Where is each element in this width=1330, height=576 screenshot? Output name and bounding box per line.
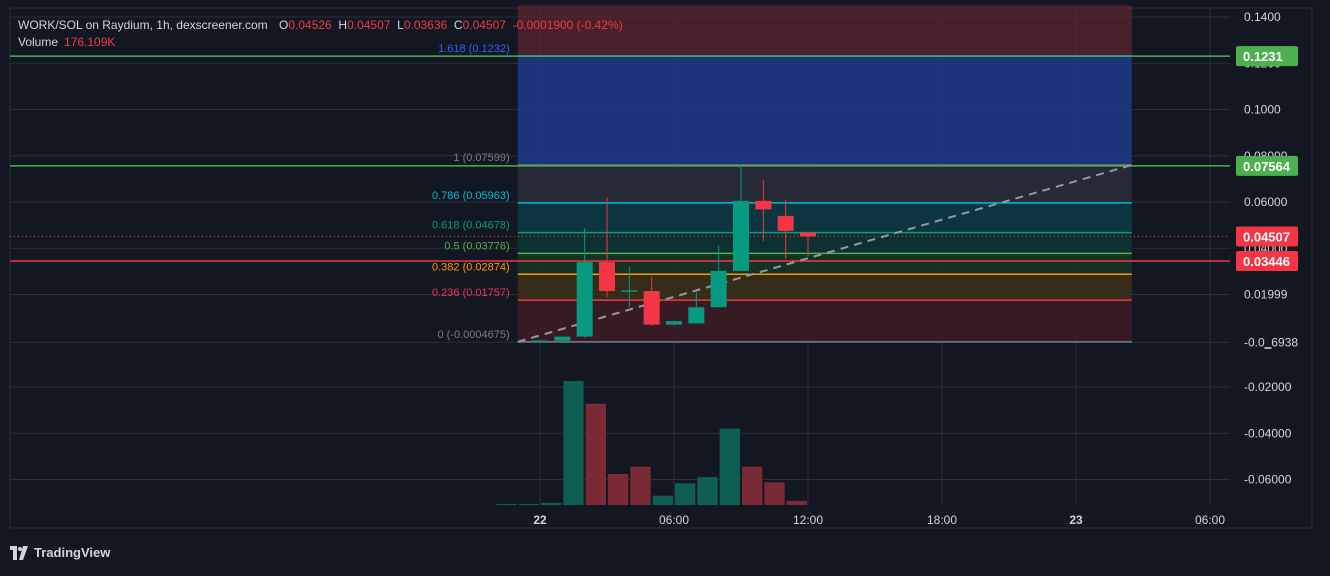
fib-zone xyxy=(517,232,1132,254)
volume-bar xyxy=(563,381,584,505)
high-label: H xyxy=(338,18,348,32)
price-tick-label: -0.02000 xyxy=(1244,380,1292,394)
price-tick-label: -0.0‗6938 xyxy=(1244,335,1298,349)
volume-bar xyxy=(786,500,807,505)
fib-level-label: 0.618 (0.04678) xyxy=(432,220,510,232)
candle-down xyxy=(800,232,816,237)
volume-bar xyxy=(742,466,763,505)
tradingview-logo[interactable]: TradingView xyxy=(10,545,110,560)
fib-level-label: 0 (-0.0004675) xyxy=(437,329,509,341)
ohlc-row: WORK/SOL on Raydium, 1h, dexscreener.com… xyxy=(18,17,623,34)
fib-level-label: 0.5 (0.03776) xyxy=(444,240,509,252)
volume-bar xyxy=(719,428,740,505)
price-tick-label: -0.04000 xyxy=(1244,426,1292,440)
chart-area[interactable]: 1.618 (0.1232) 1 (0.07599) 0.786 (0.05963)… xyxy=(0,0,1330,571)
candle-up xyxy=(710,270,727,308)
chart-legend: WORK/SOL on Raydium, 1h, dexscreener.com… xyxy=(18,17,623,51)
fib-zone xyxy=(517,202,1132,233)
fib-level-label: 0.236 (0.01757) xyxy=(432,287,510,299)
candle-down xyxy=(755,200,772,210)
close-value: 0.04507 xyxy=(462,18,506,32)
time-tick-label: 23 xyxy=(1069,513,1083,527)
candle-up xyxy=(532,340,548,343)
open-value: 0.04526 xyxy=(288,18,332,32)
volume-row: Volume 176.109K xyxy=(18,34,623,51)
time-tick-label: 12:00 xyxy=(793,513,823,527)
brand-name: TradingView xyxy=(34,545,111,560)
symbol-title[interactable]: WORK/SOL on Raydium, 1h, dexscreener.com xyxy=(18,18,268,32)
fib-level-label: 0.786 (0.05963) xyxy=(432,190,510,202)
close-label: C xyxy=(453,18,463,32)
volume-bar xyxy=(496,503,517,505)
fib-zone xyxy=(517,300,1132,342)
candle-up xyxy=(621,290,638,292)
tradingview-icon xyxy=(10,545,28,560)
price-tick-label: -0.06000 xyxy=(1244,473,1292,487)
volume-bar xyxy=(518,503,539,505)
candle-down xyxy=(777,215,794,231)
open-label: O xyxy=(279,18,289,32)
candle-up xyxy=(733,200,749,271)
volume-bar xyxy=(675,483,696,505)
fib-level-label: 1 (0.07599) xyxy=(453,152,509,164)
candle-up xyxy=(688,307,705,324)
volume-bar xyxy=(630,466,651,505)
volume-bar xyxy=(541,502,562,505)
time-tick-label: 06:00 xyxy=(1195,513,1225,527)
low-label: L xyxy=(397,18,404,32)
price-tick-label: 0.01999 xyxy=(1244,288,1288,302)
price-badge-label: 0.1231 xyxy=(1243,49,1283,64)
volume-value: 176.109K xyxy=(64,35,116,49)
candle-up xyxy=(554,336,571,341)
volume-bar xyxy=(608,474,629,505)
price-tick-label: 0.1000 xyxy=(1244,103,1281,117)
volume-bar xyxy=(652,495,673,505)
volume-bar xyxy=(764,482,785,505)
low-value: 0.03636 xyxy=(403,18,448,32)
time-tick-label: 18:00 xyxy=(927,513,957,527)
candle-down xyxy=(643,291,660,325)
price-badge-label: 0.03446 xyxy=(1243,254,1290,269)
candle-up xyxy=(666,321,682,325)
price-tick-label: 0.1400 xyxy=(1244,10,1281,24)
price-badge-label: 0.07564 xyxy=(1243,159,1291,174)
time-tick-label: 22 xyxy=(533,513,547,527)
price-tick-label: 0.06000 xyxy=(1244,195,1288,209)
change-value: -0.0001900 (-0.42%) xyxy=(512,18,623,32)
volume-bar xyxy=(585,403,606,505)
price-badge-label: 0.04507 xyxy=(1243,230,1290,245)
fib-zone xyxy=(517,55,1132,166)
fib-level-label: 0.382 (0.02874) xyxy=(432,261,510,273)
candle-down xyxy=(599,262,615,292)
time-tick-label: 06:00 xyxy=(659,513,689,527)
volume-bar xyxy=(697,477,718,505)
candle-up xyxy=(576,262,593,337)
high-value: 0.04507 xyxy=(347,18,391,32)
chart-svg[interactable]: 1.618 (0.1232)1 (0.07599)0.786 (0.05963)… xyxy=(0,0,1330,571)
volume-label[interactable]: Volume xyxy=(18,35,58,49)
fib-zone xyxy=(517,165,1132,203)
